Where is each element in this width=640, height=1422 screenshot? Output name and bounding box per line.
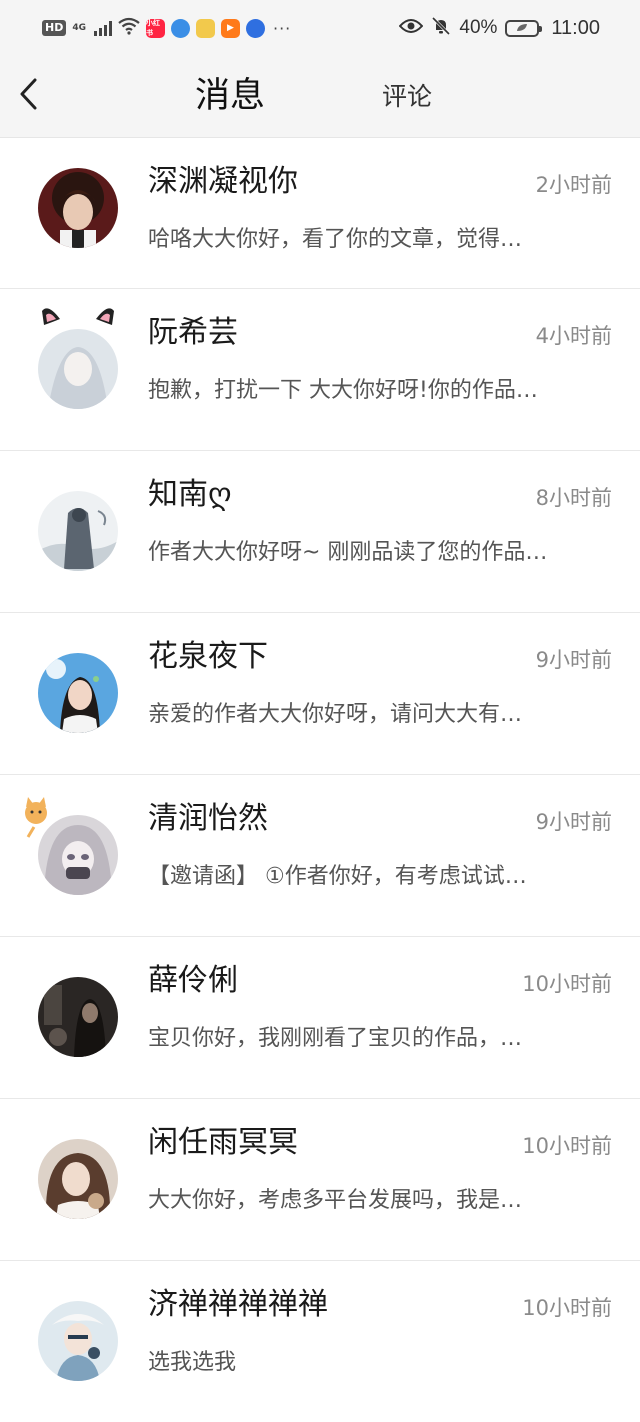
list-item[interactable]: 闲任雨冥冥 10小时前 大大你好，考虑多平台发展吗，我是…	[0, 1099, 640, 1261]
list-item[interactable]: 知南ღ 8小时前 作者大大你好呀~ 刚刚品读了您的作品…	[0, 451, 640, 613]
back-button[interactable]	[10, 74, 46, 114]
wifi-icon	[118, 17, 140, 39]
message-list: 深渊凝视你 2小时前 哈咯大大你好，看了你的文章，觉得… 阮希芸 4小时前 抱歉…	[0, 138, 640, 1422]
message-time: 10小时前	[522, 1134, 612, 1158]
xiaohongshu-app-icon: 小红书	[146, 18, 165, 38]
message-preview: 宝贝你好，我刚刚看了宝贝的作品，…	[148, 1026, 523, 1051]
clock: 11:00	[551, 16, 600, 39]
hd-badge: HD	[42, 20, 67, 36]
message-time: 9小时前	[535, 648, 612, 672]
message-preview: 作者大大你好呀~ 刚刚品读了您的作品…	[148, 540, 548, 565]
video-app-icon: ▶	[221, 18, 240, 38]
avatar[interactable]	[25, 797, 118, 895]
tab-comment[interactable]: 评论	[382, 80, 432, 114]
avatar[interactable]	[38, 308, 118, 409]
avatar[interactable]	[38, 977, 118, 1057]
avatar[interactable]	[38, 491, 118, 571]
sender-name: 清润怡然	[148, 801, 268, 836]
battery-percent: 40%	[459, 17, 498, 38]
avatar[interactable]	[38, 653, 118, 733]
message-preview: 大大你好，考虑多平台发展吗，我是…	[148, 1188, 523, 1213]
list-item[interactable]: 花泉夜下 9小时前 亲爱的作者大大你好呀，请问大大有…	[0, 613, 640, 775]
more-notifications-icon: ···	[273, 18, 292, 38]
list-item[interactable]: 阮希芸 4小时前 抱歉，打扰一下 大大你好呀!你的作品…	[0, 289, 640, 451]
baidu-app-icon	[246, 18, 265, 38]
page-title: 消息	[195, 76, 266, 116]
mute-bell-icon	[431, 16, 451, 41]
status-bar-left: HD 4G 小红书 ▶ ···	[42, 16, 291, 40]
notes-app-icon	[196, 18, 215, 38]
network-type: 4G	[72, 22, 86, 33]
avatar[interactable]	[38, 1139, 118, 1219]
message-preview: 亲爱的作者大大你好呀，请问大大有…	[148, 702, 523, 727]
message-time: 9小时前	[535, 810, 612, 834]
message-preview: 选我选我	[148, 1350, 237, 1375]
sender-name: 深渊凝视你	[148, 164, 298, 199]
avatar[interactable]	[38, 1301, 118, 1381]
sender-name: 阮希芸	[148, 315, 238, 350]
message-time: 8小时前	[535, 486, 612, 510]
message-time: 2小时前	[535, 173, 612, 197]
message-preview: 【邀请函】 ①作者你好，有考虑试试…	[148, 864, 527, 889]
message-preview: 抱歉，打扰一下 大大你好呀!你的作品…	[148, 378, 538, 403]
message-time: 4小时前	[535, 324, 612, 348]
sender-name: 济禅禅禅禅禅	[148, 1287, 328, 1322]
message-time: 10小时前	[522, 1296, 612, 1320]
list-item[interactable]: 深渊凝视你 2小时前 哈咯大大你好，看了你的文章，觉得…	[0, 138, 640, 289]
status-bar-right: 40% 11:00	[399, 14, 600, 42]
sender-name: 闲任雨冥冥	[148, 1125, 298, 1160]
avatar[interactable]	[38, 168, 118, 248]
list-item[interactable]: 济禅禅禅禅禅 10小时前 选我选我	[0, 1261, 640, 1422]
chevron-left-icon	[20, 78, 37, 110]
sender-name: 薛伶俐	[148, 963, 238, 998]
sender-name: 知南ღ	[148, 477, 232, 512]
message-time: 10小时前	[522, 972, 612, 996]
header: 消息 评论	[0, 56, 640, 138]
eye-icon	[399, 18, 424, 39]
sender-name: 花泉夜下	[148, 639, 268, 674]
cat-sticker-icon	[25, 797, 47, 838]
message-preview: 哈咯大大你好，看了你的文章，觉得…	[148, 227, 523, 252]
battery-icon	[505, 19, 543, 37]
signal-icon	[94, 20, 112, 36]
list-item[interactable]: 清润怡然 9小时前 【邀请函】 ①作者你好，有考虑试试…	[0, 775, 640, 937]
browser-app-icon	[171, 18, 190, 38]
list-item[interactable]: 薛伶俐 10小时前 宝贝你好，我刚刚看了宝贝的作品，…	[0, 937, 640, 1099]
status-bar: HD 4G 小红书 ▶ ··· 40% 11:00	[0, 0, 640, 56]
